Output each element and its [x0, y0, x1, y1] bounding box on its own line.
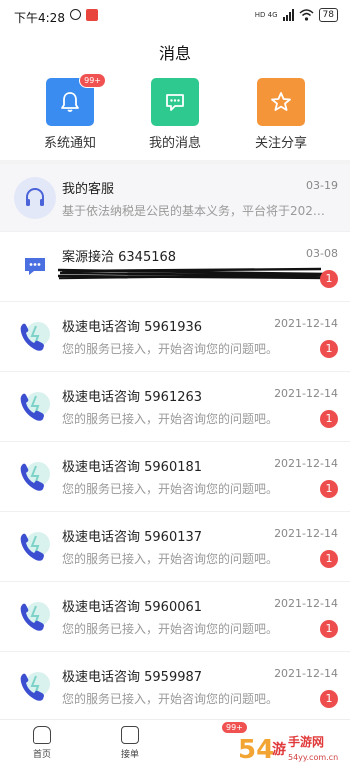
list-item-phone-consult[interactable]: 极速电话咨询 5960181 2021-12-14 您的服务已接入，开始咨询您的…: [0, 442, 350, 512]
avatar: [14, 315, 56, 357]
my-messages-button[interactable]: 我的消息: [135, 78, 215, 151]
unread-badge: 1: [320, 270, 338, 288]
tab-orders[interactable]: 接单: [100, 726, 160, 760]
system-notifications-tile: 99+: [46, 73, 106, 126]
wifi-icon: [299, 9, 314, 21]
message-preview: 您的服务已接入，开始咨询您的问题吧。: [62, 692, 279, 706]
tab-label: 首页: [32, 750, 51, 760]
battery-icon: 78: [318, 8, 338, 22]
unread-badge: 1: [320, 340, 338, 358]
message-title: 极速电话咨询 5959987: [62, 670, 203, 685]
tab-home[interactable]: 首页: [12, 726, 72, 760]
status-time: 下午4:28: [14, 11, 65, 25]
follow-share-tile: [257, 78, 305, 126]
message-date: 03-19: [306, 179, 338, 192]
message-date: 2021-12-14: [274, 387, 338, 400]
watermark-logo: 54 游 手游网 54yy.com.cn: [238, 734, 338, 765]
message-date: 2021-12-14: [274, 667, 338, 680]
svg-text:游: 游: [272, 741, 286, 758]
message-title: 极速电话咨询 5960181: [62, 460, 203, 475]
list-item-phone-consult[interactable]: 极速电话咨询 5959987 2021-12-14 您的服务已接入，开始咨询您的…: [0, 652, 350, 722]
message-preview: 您的服务已接入，开始咨询您的问题吧。: [62, 342, 279, 356]
list-item-phone-consult[interactable]: 极速电话咨询 5960137 2021-12-14 您的服务已接入，开始咨询您的…: [0, 512, 350, 582]
message-preview: 基于依法纳税是公民的基本义务，平台将于202…: [62, 204, 325, 218]
message-title: 极速电话咨询 5961263: [62, 390, 203, 405]
redaction-scribble: [57, 267, 329, 280]
avatar: [14, 385, 56, 427]
phone-icon: [20, 532, 50, 561]
follow-share-button[interactable]: 关注分享: [241, 78, 321, 151]
list-item-phone-consult[interactable]: 极速电话咨询 5961936 2021-12-14 您的服务已接入，开始咨询您的…: [0, 302, 350, 372]
system-notifications-button[interactable]: 99+ 系统通知: [30, 73, 110, 151]
home-icon: [33, 726, 51, 744]
message-date: 2021-12-14: [274, 457, 338, 470]
status-right: HD 4G 78: [255, 8, 338, 22]
phone-icon: [20, 462, 50, 491]
message-bubble-icon: [25, 258, 45, 275]
message-preview: 您的服务已接入，开始咨询您的问题吧。: [62, 412, 279, 426]
message-date: 2021-12-14: [274, 527, 338, 540]
message-date: 03-08: [306, 247, 338, 260]
bell-icon: [61, 92, 79, 112]
svg-text:54yy.com.cn: 54yy.com.cn: [288, 753, 338, 762]
message-title: 极速电话咨询 5960061: [62, 600, 203, 615]
avatar: [14, 665, 56, 707]
tab-label: 接单: [120, 750, 139, 760]
message-date: 2021-12-14: [274, 597, 338, 610]
headset-icon: [26, 188, 44, 206]
list-item-customer-service[interactable]: 我的客服 03-19 基于依法纳税是公民的基本义务，平台将于202…: [0, 164, 350, 232]
alarm-icon: [70, 9, 81, 20]
unread-badge: 1: [320, 410, 338, 428]
unread-badge: 1: [320, 690, 338, 708]
status-bar: 下午4:28 HD 4G 78: [0, 0, 350, 32]
unread-badge: 1: [320, 620, 338, 638]
avatar: [14, 245, 56, 287]
avatar: [14, 455, 56, 497]
message-title: 极速电话咨询 5960137: [62, 530, 203, 545]
shortcut-label: 我的消息: [148, 136, 201, 151]
message-preview: 您的服务已接入，开始咨询您的问题吧。: [62, 552, 279, 566]
list-item-phone-consult[interactable]: 极速电话咨询 5961263 2021-12-14 您的服务已接入，开始咨询您的…: [0, 372, 350, 442]
avatar: [14, 595, 56, 637]
message-preview: 您的服务已接入，开始咨询您的问题吧。: [62, 482, 279, 496]
network-type: HD 4G: [254, 10, 278, 19]
unread-badge: 1: [320, 480, 338, 498]
phone-icon: [20, 602, 50, 631]
message-title: 极速电话咨询 5961936: [62, 320, 203, 335]
message-date: 2021-12-14: [274, 317, 338, 330]
message-title: 我的客服: [62, 182, 115, 197]
avatar: [14, 177, 56, 219]
shortcut-label: 系统通知: [43, 136, 96, 151]
message-list: 我的客服 03-19 基于依法纳税是公民的基本义务，平台将于202… 案源接洽 …: [0, 164, 350, 722]
message-preview: 您的服务已接入，开始咨询您的问题吧。: [62, 622, 279, 636]
avatar: [14, 525, 56, 567]
phone-icon: [20, 322, 50, 351]
unread-badge: 1: [320, 550, 338, 568]
list-item-phone-consult[interactable]: 极速电话咨询 5960061 2021-12-14 您的服务已接入，开始咨询您的…: [0, 582, 350, 652]
notification-badge: 99+: [79, 73, 106, 88]
signal-icon: [282, 9, 294, 21]
shortcut-label: 关注分享: [254, 136, 307, 151]
list-item-case[interactable]: 案源接洽 6345168 03-08 1: [0, 232, 350, 302]
svg-text:54: 54: [238, 735, 274, 765]
page-title: 消息: [158, 44, 191, 63]
chat-bubble-icon: [166, 94, 184, 111]
orders-icon: [121, 726, 139, 744]
message-title: 案源接洽 6345168: [62, 250, 177, 265]
svg-text:手游网: 手游网: [288, 734, 324, 749]
bottom-tab-bar: 首页 接单 99+ 54 游 手游网 54yy.com.cn: [0, 719, 350, 778]
app-notification-icon: [86, 9, 98, 21]
phone-icon: [20, 672, 50, 701]
star-icon: [271, 92, 291, 111]
phone-icon: [20, 392, 50, 421]
my-messages-tile: [151, 78, 199, 126]
